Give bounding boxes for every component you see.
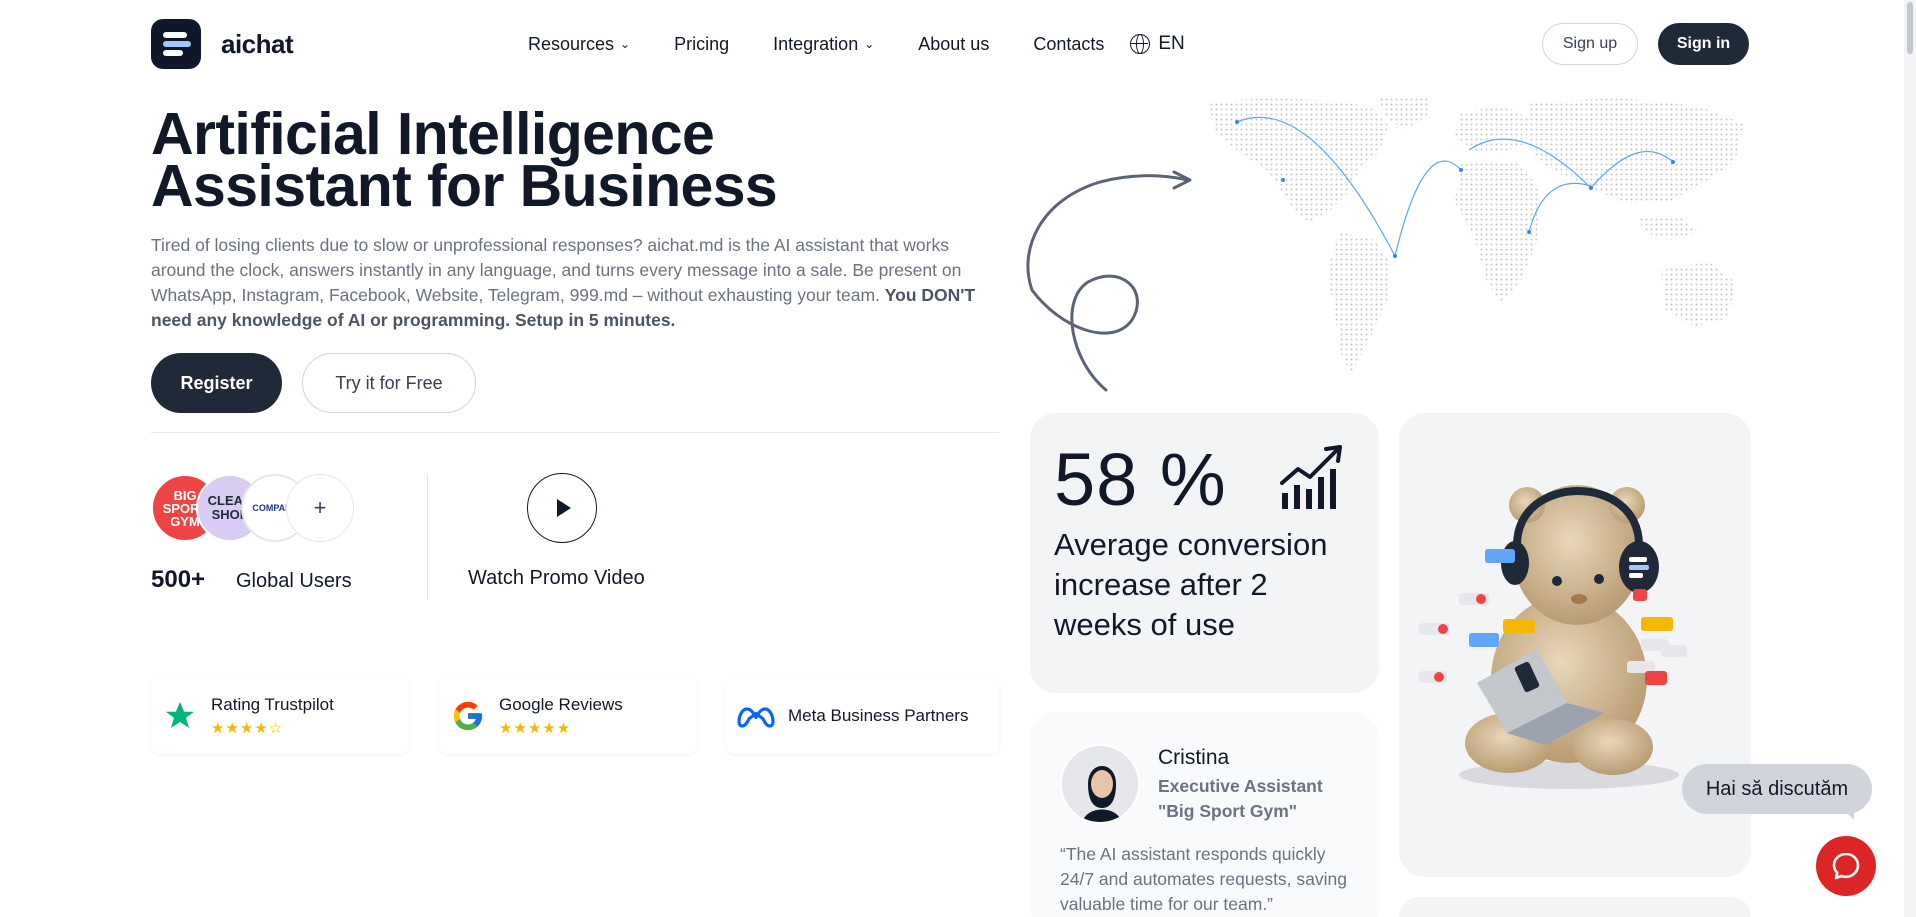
hero-title-line-2: Assistant for Business — [151, 153, 778, 219]
trustpilot-star-icon — [161, 697, 199, 735]
world-map-illustration — [1209, 96, 1744, 374]
sign-up-button[interactable]: Sign up — [1542, 23, 1638, 65]
nav-item-label: Integration — [773, 33, 859, 54]
stat-description: Average conversion increase after 2 week… — [1054, 527, 1328, 642]
try-free-button[interactable]: Try it for Free — [302, 353, 476, 413]
nav-item-pricing[interactable]: Pricing — [674, 34, 729, 55]
next-feature-card — [1399, 897, 1751, 917]
testimonial-card: Cristina Executive Assistant "Big Sport … — [1030, 712, 1379, 917]
nav-item-label: Pricing — [674, 33, 730, 54]
rating-stars: ★★★★☆ — [211, 720, 284, 737]
testimonial-role: Executive Assistant "Big Sport Gym" — [1158, 776, 1323, 821]
google-icon — [449, 697, 487, 735]
language-switcher[interactable]: EN — [1130, 33, 1185, 55]
globe-icon — [1130, 34, 1151, 54]
rating-title: Google Reviews — [499, 695, 623, 714]
curly-arrow-decoration — [1026, 170, 1192, 392]
promo-video-label[interactable]: Watch Promo Video — [468, 567, 645, 590]
conversion-stat-card: 58 % Average conversion increase after 2… — [1030, 413, 1379, 693]
site-header: aichat Resources ⌄ Pricing Integration ⌄… — [0, 0, 1916, 88]
testimonial-quote: “The AI assistant responds quickly 24/7 … — [1060, 844, 1347, 914]
nav-item-integration[interactable]: Integration ⌄ — [773, 34, 874, 55]
hero-description-text: Tired of losing clients due to slow or u… — [151, 235, 962, 305]
vertical-divider — [427, 474, 428, 600]
rating-card-google[interactable]: Google Reviews ★★★★★ — [439, 678, 697, 754]
sign-in-button[interactable]: Sign in — [1658, 23, 1749, 65]
growth-chart-icon — [1280, 445, 1342, 509]
brand-logo[interactable]: aichat — [151, 19, 294, 69]
chevron-down-icon: ⌄ — [864, 37, 875, 51]
stat-value: 58 % — [1054, 438, 1227, 521]
page-scrollbar[interactable] — [1904, 0, 1916, 917]
chat-bubble-tail — [1840, 806, 1854, 820]
language-label: EN — [1158, 33, 1185, 54]
rating-card-meta[interactable]: Meta Business Partners — [726, 678, 999, 754]
brand-name: aichat — [221, 28, 294, 59]
more-clients-button[interactable]: + — [286, 474, 354, 542]
rating-stars: ★★★★★ — [499, 720, 572, 737]
meta-icon — [734, 697, 778, 735]
chat-launcher-button[interactable] — [1816, 836, 1876, 896]
nav-item-contacts[interactable]: Contacts — [1033, 34, 1104, 55]
world-map-card — [1199, 92, 1751, 394]
nav-item-label: Resources — [528, 33, 615, 54]
rating-card-trustpilot[interactable]: Rating Trustpilot ★★★★☆ — [151, 678, 409, 754]
testimonial-avatar — [1060, 744, 1140, 824]
nav-item-resources[interactable]: Resources ⌄ — [528, 34, 630, 55]
nav-item-label: About us — [918, 33, 990, 54]
play-promo-button[interactable] — [527, 473, 597, 543]
rating-title: Meta Business Partners — [788, 706, 969, 725]
rating-title: Rating Trustpilot — [211, 695, 334, 714]
client-avatars: BIG SPORT GYM CLEAN SHOE COMPANY + — [151, 474, 361, 544]
register-button[interactable]: Register — [151, 353, 282, 413]
nav-item-about[interactable]: About us — [918, 34, 989, 55]
chevron-down-icon: ⌄ — [620, 37, 631, 51]
section-divider — [151, 432, 999, 433]
nav-item-label: Contacts — [1033, 33, 1105, 54]
logo-mark-icon — [151, 19, 201, 69]
plus-icon: + — [313, 495, 327, 520]
users-label: Global Users — [236, 570, 352, 592]
testimonial-name: Cristina — [1158, 746, 1230, 769]
main-nav: Resources ⌄ Pricing Integration ⌄ About … — [528, 33, 1185, 55]
scrollbar-thumb[interactable] — [1907, 2, 1913, 54]
play-icon — [557, 499, 571, 517]
hero-description: Tired of losing clients due to slow or u… — [151, 233, 996, 333]
hero-title: Artificial Intelligence Assistant for Bu… — [151, 105, 871, 216]
chat-icon — [1832, 852, 1860, 880]
users-count: 500+ — [151, 566, 206, 593]
